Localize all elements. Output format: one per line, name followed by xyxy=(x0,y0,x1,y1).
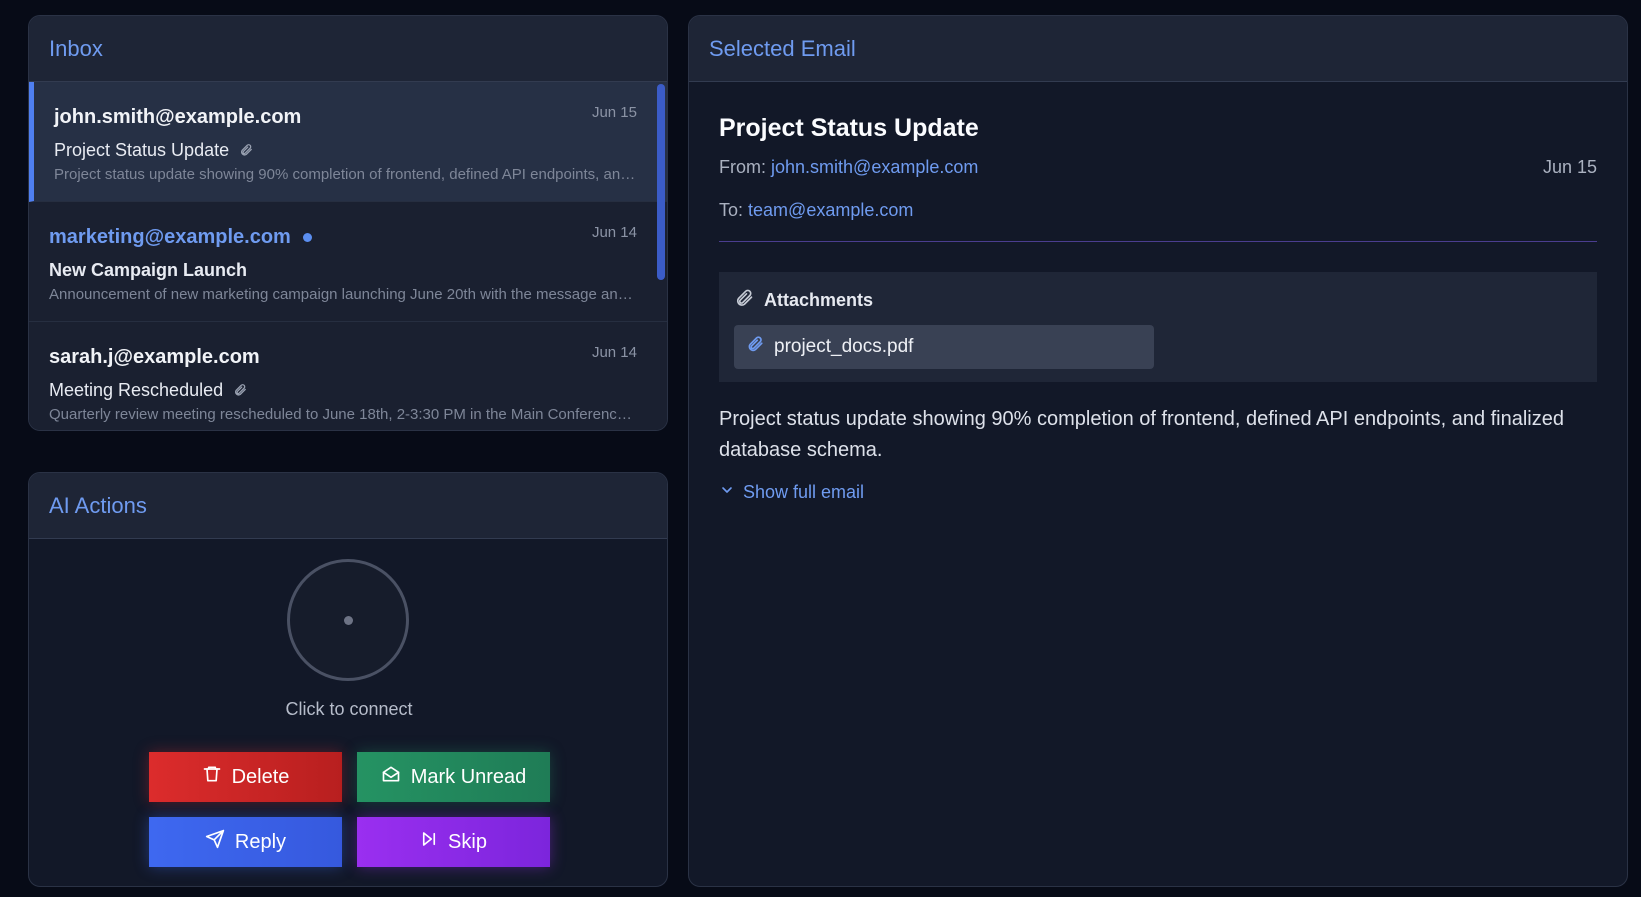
email-row[interactable]: Jun 15 john.smith@example.com Project St… xyxy=(29,82,667,202)
email-date: Jun 15 xyxy=(591,104,637,121)
ai-actions-title: AI Actions xyxy=(29,473,667,539)
chevron-down-icon xyxy=(719,482,735,503)
show-full-email-label: Show full email xyxy=(743,482,865,502)
mark-unread-button[interactable]: Mark Unread xyxy=(357,752,550,802)
connect-dot-icon xyxy=(344,616,353,625)
attachments-label: Attachments xyxy=(764,290,874,310)
email-subject: Meeting Rescheduled xyxy=(49,376,637,404)
attachments-section: Attachments project_docs.pdf xyxy=(719,272,1597,382)
email-from-row: From: john.smith@example.com Jun 15 xyxy=(719,157,1597,178)
reply-label: Reply xyxy=(234,830,287,853)
from-label: From: xyxy=(719,157,766,177)
paperclip-icon xyxy=(734,288,754,313)
connect-label: Click to connect xyxy=(285,699,413,719)
email-subject: New Campaign Launch xyxy=(49,256,637,284)
email-body-text: Project status update showing 90% comple… xyxy=(719,408,1564,461)
email-sender: marketing@example.com xyxy=(49,222,637,252)
inbox-title: Inbox xyxy=(29,16,667,82)
to-label: To: xyxy=(719,200,744,220)
email-sender-text: marketing@example.com xyxy=(49,225,291,248)
email-date: Jun 14 xyxy=(591,344,637,361)
show-full-email-link[interactable]: Show full email xyxy=(719,482,1597,503)
email-subject-text: New Campaign Launch xyxy=(49,259,248,280)
email-to-row: To: team@example.com xyxy=(719,200,1597,221)
envelope-open-icon xyxy=(381,764,401,790)
attachments-header: Attachments xyxy=(734,288,1582,313)
email-subject-text: Project Status Update xyxy=(54,139,230,160)
email-subject-text: Meeting Rescheduled xyxy=(49,379,224,400)
email-date: Jun 15 xyxy=(1542,157,1597,177)
email-date: Jun 14 xyxy=(591,224,637,241)
inbox-scrollbar[interactable] xyxy=(657,84,665,280)
delete-button[interactable]: Delete xyxy=(149,752,342,802)
attachment-filename: project_docs.pdf xyxy=(774,336,914,357)
paperclip-icon xyxy=(239,142,253,158)
connect-button[interactable] xyxy=(287,559,409,681)
attachment-file[interactable]: project_docs.pdf xyxy=(734,325,1154,369)
email-sender: sarah.j@example.com xyxy=(49,345,260,368)
skip-button[interactable]: Skip xyxy=(357,817,550,867)
to-address[interactable]: team@example.com xyxy=(748,200,913,220)
ai-actions-body: Click to connect Delete Mark Unread Repl… xyxy=(29,539,667,886)
selected-email-title: Selected Email xyxy=(689,16,1627,82)
ai-actions-panel: AI Actions Click to connect Delete Mark … xyxy=(28,472,668,887)
reply-button[interactable]: Reply xyxy=(149,817,342,867)
trash-icon xyxy=(202,764,222,790)
skip-label: Skip xyxy=(448,830,487,853)
paperclip-icon xyxy=(233,382,247,398)
email-row[interactable]: Jun 14 marketing@example.com New Campaig… xyxy=(29,202,667,322)
mark-unread-label: Mark Unread xyxy=(410,765,527,788)
email-preview: Project status update showing 90% comple… xyxy=(54,166,639,183)
send-icon xyxy=(205,829,225,855)
selected-email-panel: Selected Email Project Status Update Fro… xyxy=(688,15,1628,887)
email-preview: Quarterly review meeting rescheduled to … xyxy=(49,406,634,423)
email-preview: Announcement of new marketing campaign l… xyxy=(49,286,634,303)
email-list[interactable]: Jun 15 john.smith@example.com Project St… xyxy=(29,82,667,430)
email-subject-heading: Project Status Update xyxy=(719,114,979,142)
unread-dot-icon xyxy=(302,232,312,242)
email-sender: john.smith@example.com xyxy=(54,105,302,128)
paperclip-icon xyxy=(746,335,764,359)
header-divider xyxy=(719,241,1597,242)
skip-forward-icon xyxy=(420,830,438,854)
selected-email-body: Project Status Update From: john.smith@e… xyxy=(689,114,1627,503)
email-subject: Project Status Update xyxy=(54,136,637,164)
inbox-panel: Inbox Jun 15 john.smith@example.com Proj… xyxy=(28,15,668,431)
from-line: From: john.smith@example.com xyxy=(719,157,978,178)
from-address[interactable]: john.smith@example.com xyxy=(771,157,978,177)
email-row[interactable]: Jun 14 sarah.j@example.com Meeting Resch… xyxy=(29,322,667,430)
delete-label: Delete xyxy=(231,765,290,788)
